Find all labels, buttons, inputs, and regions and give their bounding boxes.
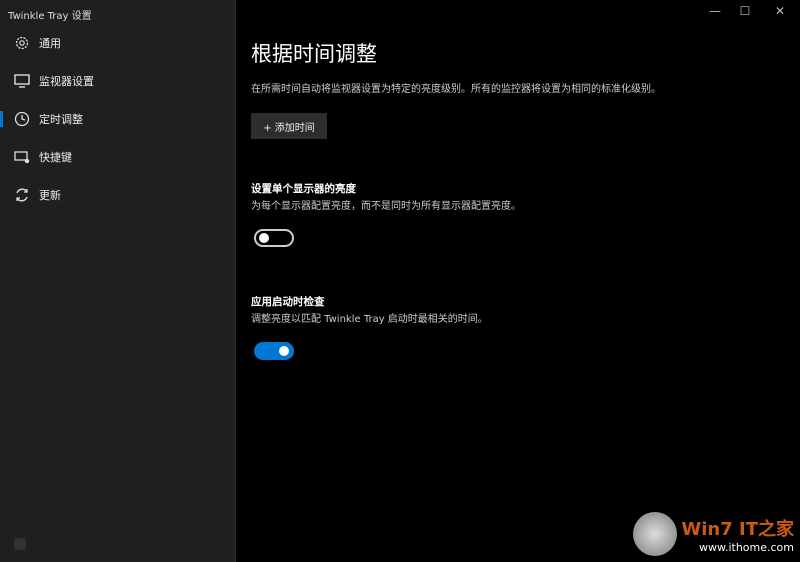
bug-icon[interactable] [14, 538, 26, 550]
add-time-button[interactable]: + 添加时间 [251, 113, 327, 139]
sidebar-item-label: 定时调整 [39, 113, 83, 126]
watermark: Win7 IT之家 www.ithome.com [633, 512, 794, 556]
page-title: 根据时间调整 [251, 42, 377, 66]
sidebar-item-label: 通用 [39, 37, 61, 50]
monitor-icon [13, 72, 31, 90]
setting-title: 设置单个显示器的亮度 [251, 183, 356, 195]
close-button[interactable]: ✕ [770, 4, 790, 18]
sidebar-item-label: 监视器设置 [39, 75, 94, 88]
sidebar-item-updates[interactable]: 更新 [0, 180, 236, 210]
sidebar-item-label: 快捷键 [39, 151, 72, 164]
keyboard-icon [13, 148, 31, 166]
page-description: 在所需时间自动将监视器设置为特定的亮度级别。所有的监控器将设置为相同的标准化级别… [251, 84, 661, 95]
sidebar-item-label: 更新 [39, 189, 61, 202]
sidebar-item-time-adjust[interactable]: 定时调整 [0, 104, 236, 134]
sidebar-item-general[interactable]: 通用 [0, 28, 236, 58]
watermark-logo: Win7 IT之家 [681, 518, 794, 540]
main-content: — ☐ ✕ 根据时间调整 在所需时间自动将监视器设置为特定的亮度级别。所有的监控… [237, 0, 800, 562]
sidebar-item-monitors[interactable]: 监视器设置 [0, 66, 236, 96]
per-monitor-toggle[interactable] [254, 229, 294, 247]
toggle-knob [279, 346, 289, 356]
windows-logo-icon [633, 512, 678, 556]
window-title: Twinkle Tray 设置 [8, 11, 92, 22]
sidebar: Twinkle Tray 设置 通用 监视器设置 定时调整 快捷键 更新 [0, 0, 236, 562]
toggle-knob [259, 233, 269, 243]
setting-description: 为每个显示器配置亮度，而不是同时为所有显示器配置亮度。 [251, 201, 521, 212]
minimize-button[interactable]: — [705, 4, 725, 18]
clock-icon [13, 110, 31, 128]
setting-title: 应用启动时检查 [251, 296, 325, 308]
gear-icon [13, 34, 31, 52]
setting-description: 调整亮度以匹配 Twinkle Tray 启动时最相关的时间。 [251, 314, 488, 325]
refresh-icon [13, 186, 31, 204]
watermark-url: www.ithome.com [698, 540, 794, 554]
sidebar-item-hotkeys[interactable]: 快捷键 [0, 142, 236, 172]
maximize-button[interactable]: ☐ [735, 4, 755, 18]
check-on-startup-toggle[interactable] [254, 342, 294, 360]
